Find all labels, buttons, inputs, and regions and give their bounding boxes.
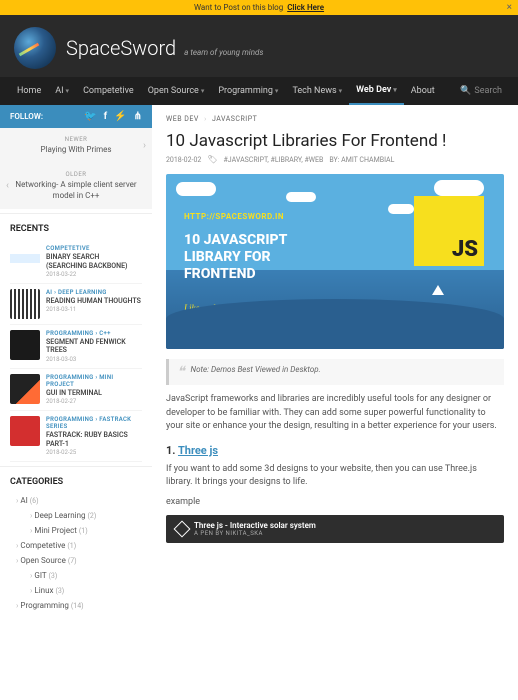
intro-paragraph: JavaScript frameworks and libraries are … <box>166 393 504 434</box>
twitter-icon[interactable]: 🐦 <box>84 111 96 122</box>
article-author: BY: AMIT CHAMBIAL <box>329 156 394 164</box>
thumbnail <box>10 289 40 319</box>
main-nav: Home AI▾ Competetive Open Source▾ Progra… <box>0 77 518 105</box>
thumbnail <box>10 374 40 404</box>
codepen-embed[interactable]: Three js - Interactive solar system A PE… <box>166 515 504 543</box>
facebook-icon[interactable]: f <box>104 111 108 122</box>
section-heading: 1. Three js <box>166 444 504 457</box>
nav-competetive[interactable]: Competetive <box>76 78 141 104</box>
thumbnail <box>10 245 40 275</box>
js-badge: JS <box>414 196 484 266</box>
chevron-down-icon: ▾ <box>66 87 70 95</box>
crumb-link[interactable]: WEB DEV <box>166 115 199 123</box>
older-post-link[interactable]: OLDER Networking- A simple client server… <box>0 163 152 209</box>
hero-url: HTTP://SPACESWORD.IN <box>184 212 284 221</box>
github-icon[interactable]: ⚡ <box>114 111 126 122</box>
search-input[interactable]: 🔍 Search <box>460 86 508 96</box>
chevron-right-icon: › <box>143 140 146 151</box>
section-desc: If you want to add some 3d designs to yo… <box>166 463 504 490</box>
brand-name[interactable]: SpaceSword <box>66 36 176 60</box>
embed-title: Three js - Interactive solar system <box>194 521 316 530</box>
nav-about[interactable]: About <box>404 78 442 104</box>
categories-heading: CATEGORIES <box>0 466 152 493</box>
site-header: SpaceSword a team of young minds <box>0 15 518 77</box>
crumb-link[interactable]: JAVASCRIPT <box>212 115 257 123</box>
example-label: example <box>166 496 504 510</box>
note-block: Note: Demos Best Viewed in Desktop. <box>166 359 504 385</box>
cat-item[interactable]: Competetive (1) <box>10 538 142 553</box>
article-date: 2018-02-02 <box>166 156 201 164</box>
brand-tagline: a team of young minds <box>184 48 263 57</box>
recents-list: COMPETETIVE BINARY SEARCH (SEARCHING BAC… <box>0 240 152 462</box>
list-item[interactable]: PROGRAMMING › FASTRACK SERIES FASTRACK: … <box>10 411 142 462</box>
chevron-down-icon: ▾ <box>275 87 279 95</box>
logo-icon[interactable] <box>14 27 56 69</box>
list-item[interactable]: COMPETETIVE BINARY SEARCH (SEARCHING BAC… <box>10 240 142 284</box>
sidebar: FOLLOW: 🐦 f ⚡ ⋔ NEWER Playing With Prime… <box>0 105 152 623</box>
newer-post-link[interactable]: NEWER Playing With Primes › <box>0 128 152 163</box>
thumbnail <box>10 330 40 360</box>
tag-icon: 🏷 <box>207 155 217 164</box>
chevron-left-icon: ‹ <box>6 181 9 192</box>
chevron-down-icon: ▾ <box>393 86 397 94</box>
boat-icon <box>432 285 444 295</box>
cat-item[interactable]: Linux (3) <box>24 583 142 598</box>
promo-banner: Want to Post on this blog Click Here × <box>0 0 518 15</box>
breadcrumb: WEB DEV › JAVASCRIPT <box>166 115 504 123</box>
chevron-down-icon: ▾ <box>339 87 343 95</box>
recents-heading: RECENTS <box>0 213 152 240</box>
article-title: 10 Javascript Libraries For Frontend ! <box>166 131 504 151</box>
nav-home[interactable]: Home <box>10 78 48 104</box>
thumbnail <box>10 416 40 446</box>
categories-list: AI (6) Deep Learning (2) Mini Project (1… <box>0 493 152 623</box>
library-link[interactable]: Three js <box>178 444 218 457</box>
cat-item[interactable]: Open Source (7) <box>10 553 142 568</box>
list-item[interactable]: PROGRAMMING › C++ SEGMENT AND FENWICK TR… <box>10 325 142 369</box>
cat-item[interactable]: Programming (14) <box>10 598 142 613</box>
list-item[interactable]: PROGRAMMING › MINI PROJECT GUI IN TERMIN… <box>10 369 142 411</box>
list-item[interactable]: AI › DEEP LEARNING READING HUMAN THOUGHT… <box>10 284 142 325</box>
cat-item[interactable]: Deep Learning (2) <box>24 508 142 523</box>
follow-label: FOLLOW: <box>10 112 43 121</box>
cat-item[interactable]: AI (6) <box>10 493 142 508</box>
cat-item[interactable]: GIT (3) <box>24 568 142 583</box>
embed-author: A PEN BY nikita_ska <box>194 530 316 537</box>
hero-headline: 10 JAVASCRIPT LIBRARY FOR FRONTEND <box>184 232 344 282</box>
hero-image: JS HTTP://SPACESWORD.IN 10 JAVASCRIPT LI… <box>166 174 504 349</box>
article-meta: 2018-02-02 🏷 #JAVASCRIPT, #LIBRARY, #WEB… <box>166 155 504 164</box>
chevron-down-icon: ▾ <box>201 87 205 95</box>
main-content: WEB DEV › JAVASCRIPT 10 Javascript Libra… <box>152 105 518 623</box>
cat-item[interactable]: Mini Project (1) <box>24 523 142 538</box>
search-icon: 🔍 <box>460 86 471 96</box>
close-icon[interactable]: × <box>507 2 512 13</box>
codepen-icon <box>174 521 191 538</box>
rss-icon[interactable]: ⋔ <box>134 111 142 122</box>
nav-technews[interactable]: Tech News▾ <box>285 78 349 104</box>
nav-opensource[interactable]: Open Source▾ <box>141 78 212 104</box>
banner-text: Want to Post on this blog <box>194 3 283 12</box>
nav-programming[interactable]: Programming▾ <box>211 78 285 104</box>
banner-link[interactable]: Click Here <box>287 3 324 12</box>
nav-ai[interactable]: AI▾ <box>48 78 76 104</box>
follow-bar: FOLLOW: 🐦 f ⚡ ⋔ <box>0 105 152 128</box>
article-tags: #JAVASCRIPT, #LIBRARY, #WEB <box>224 156 324 164</box>
nav-webdev[interactable]: Web Dev▾ <box>349 77 404 105</box>
